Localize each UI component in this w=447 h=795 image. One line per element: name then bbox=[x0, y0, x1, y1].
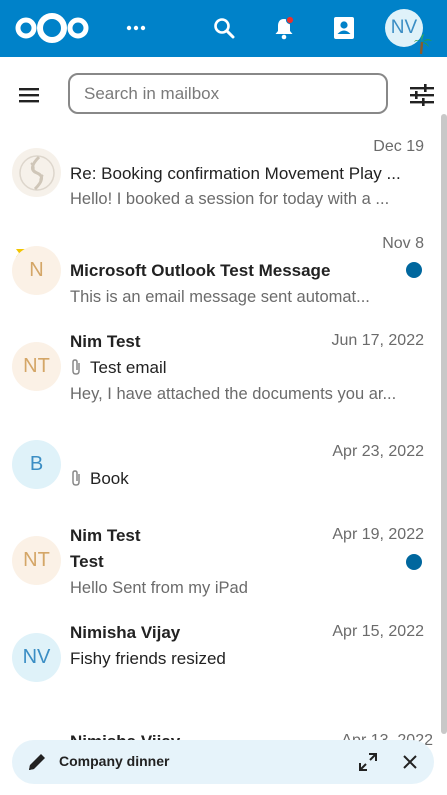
message-sender: Nimisha Vijay bbox=[70, 623, 181, 642]
message-date: Apr 15, 2022 bbox=[332, 623, 424, 640]
message-item[interactable]: B Apr 23, 2022 Book bbox=[0, 440, 438, 513]
nextcloud-logo[interactable] bbox=[12, 10, 92, 46]
message-date: Dec 19 bbox=[373, 138, 424, 155]
message-item[interactable]: NV Nimisha Vijay Apr 15, 2022 Fishy frie… bbox=[0, 623, 438, 693]
sender-avatar: N bbox=[12, 246, 61, 295]
message-item[interactable]: NT Nim Test Apr 19, 2022 Test Hello Sent… bbox=[0, 526, 438, 606]
unread-indicator bbox=[406, 262, 422, 278]
message-subject: Book bbox=[90, 469, 129, 488]
sender-avatar: B bbox=[12, 440, 61, 489]
filter-settings-icon[interactable] bbox=[405, 78, 439, 112]
composer-title: Company dinner bbox=[59, 753, 170, 769]
attachment-icon bbox=[72, 470, 80, 486]
message-subject-row: Book bbox=[70, 469, 400, 489]
sender-avatar: NV bbox=[12, 633, 61, 682]
contacts-icon[interactable] bbox=[328, 12, 360, 44]
message-subject-row: Test email bbox=[70, 358, 400, 378]
message-date: Apr 23, 2022 bbox=[332, 443, 424, 460]
palm-tree-status-icon bbox=[414, 34, 432, 55]
unread-indicator bbox=[406, 554, 422, 570]
message-item[interactable]: NT Nim Test Jun 17, 2022 Test email Hey,… bbox=[0, 332, 438, 412]
message-preview: Hello Sent from my iPad bbox=[70, 579, 248, 597]
navigation-menu-button[interactable] bbox=[14, 80, 44, 110]
message-sender: Nim Test bbox=[70, 332, 141, 351]
message-preview: Hey, I have attached the documents you a… bbox=[70, 385, 397, 403]
attachment-icon bbox=[72, 359, 80, 375]
more-apps-icon[interactable] bbox=[120, 12, 152, 44]
pencil-icon bbox=[29, 754, 45, 770]
close-composer-icon[interactable] bbox=[398, 750, 422, 774]
message-subject: Test email bbox=[90, 358, 167, 377]
sender-avatar: NT bbox=[12, 342, 61, 391]
message-date: Apr 19, 2022 bbox=[332, 526, 424, 543]
message-subject: Fishy friends resized bbox=[70, 649, 226, 668]
search-input[interactable] bbox=[68, 73, 388, 114]
expand-composer-icon[interactable] bbox=[356, 750, 380, 774]
list-scrollbar[interactable] bbox=[441, 114, 447, 734]
message-subject: Re: Booking confirmation Movement Play .… bbox=[70, 164, 401, 183]
message-item[interactable]: N Nov 8 Microsoft Outlook Test Message T… bbox=[0, 235, 438, 315]
sender-avatar: NT bbox=[12, 536, 61, 585]
message-subject: Microsoft Outlook Test Message bbox=[70, 261, 331, 280]
message-subject: Test bbox=[70, 552, 104, 571]
sender-logo-avatar bbox=[12, 148, 61, 197]
search-icon[interactable] bbox=[208, 12, 240, 44]
notifications-icon[interactable] bbox=[268, 12, 300, 44]
message-preview: Hello! I booked a session for today with… bbox=[70, 190, 390, 208]
message-date: Jun 17, 2022 bbox=[331, 332, 424, 349]
minimized-composer[interactable]: Company dinner bbox=[12, 740, 434, 784]
top-header bbox=[0, 0, 447, 57]
message-sender: Nim Test bbox=[70, 526, 141, 545]
message-item[interactable]: Dec 19 Re: Booking confirmation Movement… bbox=[0, 138, 438, 218]
message-preview: This is an email message sent automat... bbox=[70, 288, 370, 306]
message-date: Nov 8 bbox=[382, 235, 424, 252]
